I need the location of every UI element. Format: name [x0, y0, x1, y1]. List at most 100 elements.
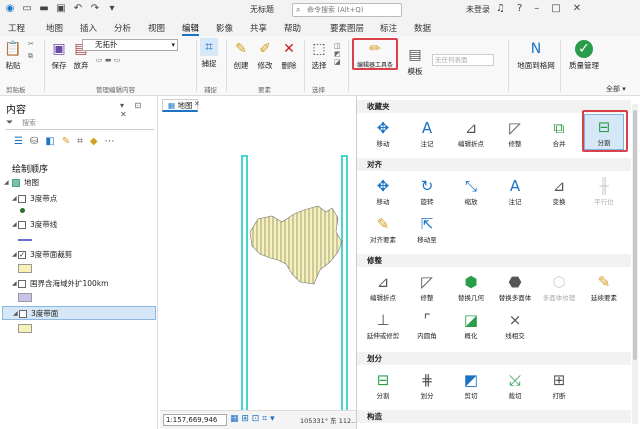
- template-button[interactable]: ▤ 模板: [406, 46, 424, 77]
- more-icon[interactable]: ⋯: [105, 136, 115, 147]
- modify-button[interactable]: ✐ 修改: [256, 40, 274, 71]
- tool-scale[interactable]: ⤡ 缩放: [451, 174, 491, 208]
- delete-button[interactable]: ✕ 删除: [280, 40, 298, 71]
- tab-share[interactable]: 共享: [250, 22, 267, 34]
- collapse-icon[interactable]: ◢: [12, 248, 17, 262]
- ribbon-full-label[interactable]: 全部 ▾: [606, 84, 626, 94]
- save-edits-button[interactable]: ▣ 保存: [50, 40, 68, 71]
- map-node[interactable]: ◢ 地图: [0, 176, 156, 190]
- tab-analysis[interactable]: 分析: [114, 22, 131, 34]
- tool-edit-vertices[interactable]: ⊿ 编辑折点: [363, 270, 403, 304]
- tool-extend-trim[interactable]: ⊥ 延伸或修剪: [363, 308, 403, 342]
- tool-annotation[interactable]: A 注记: [407, 116, 447, 150]
- tab-insert[interactable]: 插入: [80, 22, 97, 34]
- visibility-checkbox[interactable]: [18, 195, 26, 203]
- tool-rotate[interactable]: ↻ 旋转: [407, 174, 447, 208]
- tool-clip[interactable]: ◩ 剪切: [451, 368, 491, 402]
- save-icon[interactable]: ▣: [55, 3, 67, 15]
- list-by-labeling-icon[interactable]: ◆: [90, 136, 98, 147]
- maximize-icon[interactable]: □: [551, 3, 560, 14]
- tool-split[interactable]: ⊟ 分割: [363, 368, 403, 402]
- tab-view[interactable]: 视图: [148, 22, 165, 34]
- copy-icon[interactable]: ⧉: [28, 52, 33, 61]
- tool-multipatch-texture[interactable]: ⬡ 多面体纹理: [539, 270, 579, 304]
- dropdown-icon[interactable]: ▾: [106, 3, 118, 15]
- close-tab-icon[interactable]: ✕: [194, 100, 200, 108]
- visibility-checkbox[interactable]: [18, 280, 26, 288]
- open-icon[interactable]: ▬: [38, 3, 50, 15]
- visibility-checkbox[interactable]: [19, 310, 27, 318]
- new-icon[interactable]: ▭: [21, 3, 33, 15]
- select-button[interactable]: ⬚ 选择: [310, 40, 328, 71]
- tool-parallel[interactable]: ╫ 平行位: [584, 174, 624, 208]
- help-icon[interactable]: ?: [517, 3, 522, 14]
- quality-manage-button[interactable]: ✓ 质量管理: [566, 40, 602, 71]
- scale-select[interactable]: 1:157,669,946: [163, 414, 227, 426]
- tab-map[interactable]: 地图: [46, 22, 63, 34]
- category-reshape[interactable]: 修整: [357, 254, 631, 267]
- topology-select[interactable]: 无拓扑: [82, 39, 178, 51]
- tool-move[interactable]: ✥ 移动: [363, 116, 403, 150]
- tool-cut[interactable]: ⤩ 裁切: [495, 368, 535, 402]
- tab-feature-layer[interactable]: 要素图层: [330, 22, 364, 34]
- list-by-snapping-icon[interactable]: ⌗: [77, 136, 83, 147]
- collapse-icon[interactable]: ◢: [13, 307, 18, 321]
- collapse-icon[interactable]: ◢: [4, 176, 9, 190]
- visibility-checkbox[interactable]: ✓: [18, 251, 26, 259]
- category-construct[interactable]: 构造: [357, 410, 631, 423]
- collapse-icon[interactable]: ◢: [12, 277, 17, 291]
- tool-replace-geometry[interactable]: ⬢ 替换几何: [451, 270, 491, 304]
- tool-break[interactable]: ⊞ 打断: [539, 368, 579, 402]
- tools-scrollbar[interactable]: [632, 104, 638, 424]
- command-search-input[interactable]: ⌕ 命令搜索 (Alt+Q): [292, 3, 402, 17]
- map-tab[interactable]: ▦ 地图: [162, 99, 199, 112]
- tab-edit[interactable]: 编辑: [182, 22, 200, 36]
- tool-fillet[interactable]: ⌜ 内圆角: [407, 308, 447, 342]
- undo-icon[interactable]: ↶: [72, 3, 84, 15]
- tool-replace-multipatch[interactable]: ⬣ 替换多面体: [495, 270, 535, 304]
- cut-icon[interactable]: ✂: [28, 40, 34, 48]
- tool-transform[interactable]: ⊿ 变换: [539, 174, 579, 208]
- tool-annotation[interactable]: A 注记: [495, 174, 535, 208]
- layer-row[interactable]: ◢ 国界含海域外扩100km: [0, 277, 156, 291]
- list-by-source-icon[interactable]: ⛁: [30, 136, 38, 147]
- tab-project[interactable]: 工程: [8, 22, 25, 34]
- list-by-selection-icon[interactable]: ◧: [45, 136, 54, 147]
- snapping-button[interactable]: ⌗ 捕捉: [200, 38, 218, 69]
- paste-button[interactable]: 📋 粘贴: [4, 40, 22, 71]
- close-icon[interactable]: ✕: [573, 3, 581, 14]
- tab-data[interactable]: 数据: [414, 22, 431, 34]
- tab-imagery[interactable]: 影像: [216, 22, 233, 34]
- tool-line-intersect[interactable]: ⨯ 线相交: [495, 308, 535, 342]
- visibility-checkbox[interactable]: [18, 221, 26, 229]
- filter-icon[interactable]: ⏷: [6, 117, 13, 129]
- tool-generalize[interactable]: ◪ 概化: [451, 308, 491, 342]
- notification-icon[interactable]: ♫: [496, 3, 505, 14]
- tool-align-features[interactable]: ✎ 对齐要素: [363, 212, 403, 246]
- collapse-icon[interactable]: ◢: [12, 218, 17, 232]
- list-by-editing-icon[interactable]: ✎: [62, 136, 70, 147]
- layer-row[interactable]: ◢ ✓ 3度带面裁剪: [0, 248, 156, 262]
- tool-reshape[interactable]: ◸ 修整: [495, 116, 535, 150]
- list-by-drawing-order-icon[interactable]: ☰: [14, 136, 23, 147]
- tool-move[interactable]: ✥ 移动: [363, 174, 403, 208]
- redo-icon[interactable]: ↷: [89, 3, 101, 15]
- tool-continue-feature[interactable]: ✎ 延续要素: [584, 270, 624, 304]
- create-button[interactable]: ✎ 创建: [232, 40, 250, 71]
- status-tool-icons[interactable]: ▦ ⊞ ⊡ ⌗ ▾: [230, 414, 275, 424]
- tab-labeling[interactable]: 标注: [380, 22, 397, 34]
- scroll-thumb[interactable]: [633, 110, 637, 360]
- ground-to-grid-button[interactable]: N 地面到格网: [514, 40, 558, 71]
- tool-move-to[interactable]: ⇱ 移动至: [407, 212, 447, 246]
- collapse-icon[interactable]: ◢: [12, 192, 17, 206]
- tool-divide[interactable]: ⋕ 划分: [407, 368, 447, 402]
- tool-edit-vertices[interactable]: ⊿ 编辑折点: [451, 116, 491, 150]
- layer-row[interactable]: ◢ 3度带线: [0, 218, 156, 232]
- login-status[interactable]: 未登录: [466, 4, 490, 15]
- minimize-icon[interactable]: –: [534, 3, 539, 14]
- contents-search-input[interactable]: ⏷ 搜索: [6, 117, 154, 130]
- category-divide[interactable]: 划分: [357, 352, 631, 365]
- tool-reshape[interactable]: ◸ 修整: [407, 270, 447, 304]
- layer-row[interactable]: ◢ 3度带点: [0, 192, 156, 206]
- tab-help[interactable]: 帮助: [284, 22, 301, 34]
